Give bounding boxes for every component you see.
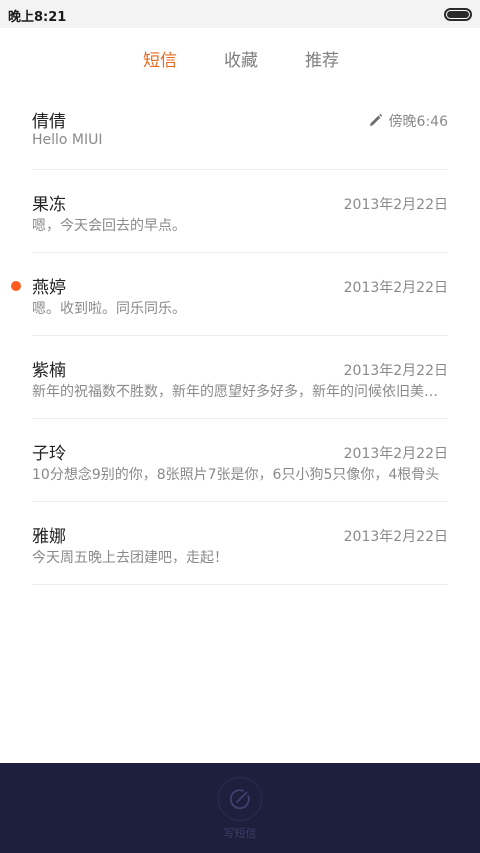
tab-favorites[interactable]: 收藏 xyxy=(224,46,258,71)
tab-bar: 短信 收藏 推荐 xyxy=(0,28,480,86)
battery-icon xyxy=(444,8,472,21)
contact-name: 倩倩 xyxy=(32,112,66,132)
message-time: 2013年2月22日 xyxy=(343,529,448,545)
conversation-item[interactable]: 子玲 10分想念9别的你，8张照片7张是你，6只小狗5只像你，4根骨头 2013… xyxy=(32,419,448,502)
conversation-time-area: 傍晚6:46 xyxy=(368,111,448,131)
contact-name: 紫楠 xyxy=(32,361,66,381)
bottom-action-bar: 写短信 xyxy=(0,763,480,853)
status-bar: 晚上8:21 xyxy=(0,0,480,28)
conversation-item[interactable]: 果冻 嗯，今天会回去的早点。 2013年2月22日 xyxy=(32,170,448,253)
message-preview: 10分想念9别的你，8张照片7张是你，6只小狗5只像你，4根骨头 xyxy=(32,467,440,483)
conversation-item[interactable]: 雅娜 今天周五晚上去团建吧，走起！ 2013年2月22日 xyxy=(32,502,448,585)
message-preview: 嗯。收到啦。同乐同乐。 xyxy=(32,301,186,317)
unread-indicator xyxy=(11,281,21,291)
conversation-list: 倩倩 Hello MIUI 傍晚6:46 果冻 嗯，今天会回去的早点。 2013… xyxy=(11,87,448,585)
message-time: 傍晚6:46 xyxy=(388,114,448,130)
message-preview: 新年的祝福数不胜数，新年的愿望好多好多，新年的问候依旧美好， xyxy=(32,384,448,400)
message-preview: Hello MIUI xyxy=(32,132,103,148)
status-time: 晚上8:21 xyxy=(8,10,67,25)
message-time: 2013年2月22日 xyxy=(343,363,448,379)
message-time: 2013年2月22日 xyxy=(343,280,448,296)
conversation-item[interactable]: 燕婷 嗯。收到啦。同乐同乐。 2013年2月22日 xyxy=(11,253,448,336)
contact-name: 子玲 xyxy=(32,444,66,464)
battery-level xyxy=(447,11,469,18)
message-preview: 嗯，今天会回去的早点。 xyxy=(32,218,186,234)
compose-icon xyxy=(229,789,250,810)
conversation-item[interactable]: 紫楠 新年的祝福数不胜数，新年的愿望好多好多，新年的问候依旧美好， 2013年2… xyxy=(32,336,448,419)
contact-name: 燕婷 xyxy=(32,278,66,298)
compose-label: 写短信 xyxy=(223,827,257,840)
message-time: 2013年2月22日 xyxy=(343,197,448,213)
tab-recommended[interactable]: 推荐 xyxy=(305,46,339,71)
message-preview: 今天周五晚上去团建吧，走起！ xyxy=(32,550,228,566)
message-time: 2013年2月22日 xyxy=(343,446,448,462)
conversation-item[interactable]: 倩倩 Hello MIUI 傍晚6:46 xyxy=(32,87,448,170)
compose-button[interactable] xyxy=(218,777,262,821)
contact-name: 雅娜 xyxy=(32,527,66,547)
draft-pencil-icon xyxy=(369,113,382,126)
contact-name: 果冻 xyxy=(32,195,66,215)
tab-messages[interactable]: 短信 xyxy=(143,46,177,71)
